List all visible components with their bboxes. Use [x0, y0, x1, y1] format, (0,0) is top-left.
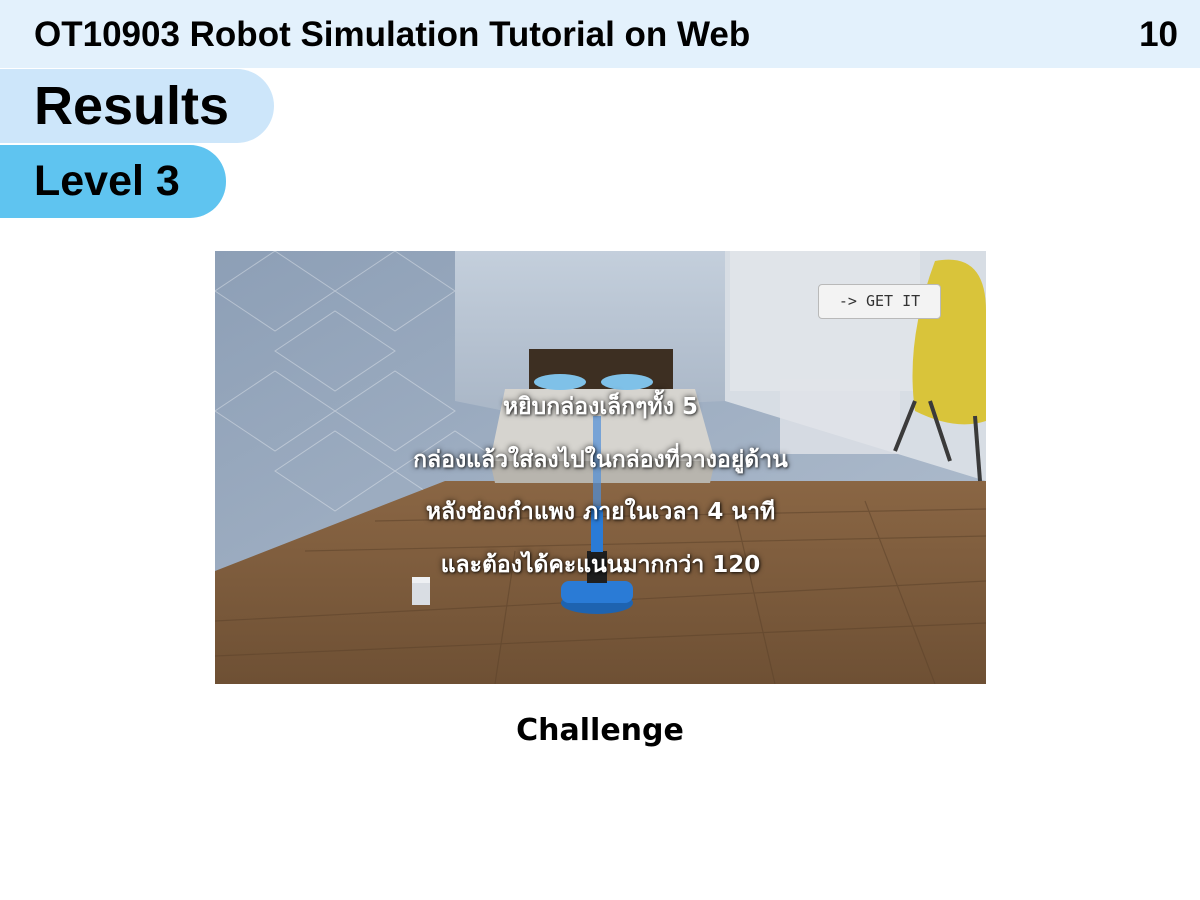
course-title: OT10903 Robot Simulation Tutorial on Web [34, 15, 751, 54]
instruction-line: กล่องแล้วใส่ลงไปในกล่องที่วางอยู่ด้าน [413, 446, 788, 473]
instruction-line: หยิบกล่องเล็กๆทั้ง 5 [503, 394, 698, 420]
get-it-button[interactable]: -> GET IT [818, 284, 941, 319]
page-number: 10 [1139, 15, 1178, 54]
figure-caption: Challenge [516, 713, 684, 748]
get-it-label: -> GET IT [838, 292, 921, 310]
level-title: Level 3 [34, 157, 180, 205]
simulation-screenshot: -> GET IT หยิบกล่องเล็กๆทั้ง 5 กล่องแล้ว… [215, 251, 986, 684]
header-bar: OT10903 Robot Simulation Tutorial on Web… [0, 0, 1200, 68]
results-pill: Results [0, 69, 274, 143]
instruction-line: หลังช่องกำแพง ภายในเวลา 4 นาที [425, 499, 776, 525]
level-pill: Level 3 [0, 145, 226, 218]
challenge-instructions: หยิบกล่องเล็กๆทั้ง 5 กล่องแล้วใส่ลงไปในก… [215, 381, 986, 591]
section-title: Results [34, 76, 230, 136]
instruction-line: และต้องได้คะแนนมากกว่า 120 [440, 551, 761, 578]
